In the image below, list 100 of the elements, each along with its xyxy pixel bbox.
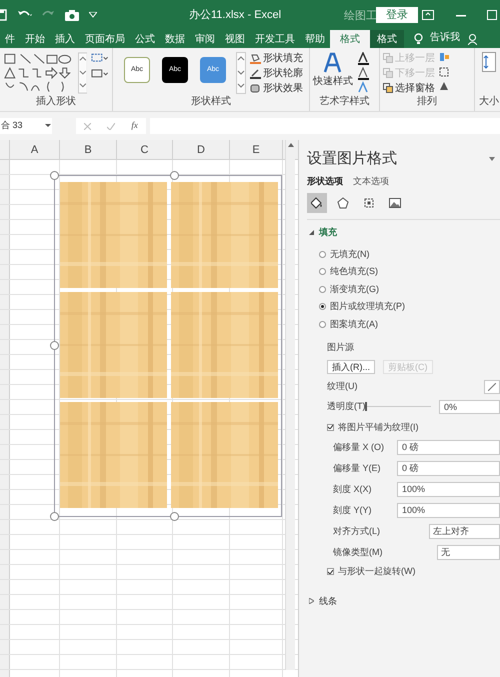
scroll-up-icon[interactable] <box>288 143 294 147</box>
column-header[interactable]: A <box>10 140 60 159</box>
row-header[interactable] <box>0 505 10 519</box>
shape-gallery-drawing[interactable] <box>3 52 74 94</box>
row-header[interactable] <box>0 280 10 294</box>
row-header[interactable] <box>0 640 10 654</box>
ribbon-tab[interactable]: 开发工具 <box>250 30 300 48</box>
ribbon-tab[interactable]: 格式 <box>330 30 370 48</box>
dropdown-field[interactable]: 左上对齐 <box>429 524 500 539</box>
section-header[interactable]: 线条 <box>309 594 500 608</box>
row-header[interactable] <box>0 400 10 414</box>
radio-button[interactable] <box>319 286 326 293</box>
insert-button[interactable]: 插入(R)... <box>327 360 375 374</box>
row-header[interactable] <box>0 190 10 204</box>
ribbon-tab[interactable]: 页面布局 <box>80 30 130 48</box>
row-header[interactable] <box>0 235 10 249</box>
ribbon-tab[interactable]: 数据 <box>160 30 190 48</box>
row-header[interactable] <box>0 625 10 639</box>
ribbon-tab[interactable]: 帮助 <box>300 30 330 48</box>
resize-handle[interactable] <box>50 171 59 180</box>
resize-handle[interactable] <box>170 512 179 521</box>
check-icon[interactable] <box>107 122 116 130</box>
insert-function-button[interactable]: fx <box>131 119 138 133</box>
input-field[interactable]: 100% <box>397 503 500 518</box>
column-header[interactable]: C <box>117 140 173 159</box>
row-header[interactable] <box>0 415 10 429</box>
row-header[interactable] <box>0 205 10 219</box>
ribbon-command[interactable]: 形状轮廓 <box>250 67 303 80</box>
ribbon-tab[interactable]: 视图 <box>220 30 250 48</box>
pane-options-caret-icon[interactable] <box>489 157 495 161</box>
radio-button[interactable] <box>319 268 326 276</box>
row-header[interactable] <box>0 340 10 354</box>
radio-button[interactable] <box>319 303 326 310</box>
row-header[interactable] <box>0 310 10 324</box>
checkbox[interactable] <box>327 424 334 431</box>
size-icon[interactable] <box>482 52 496 72</box>
row-header[interactable] <box>0 325 10 339</box>
sign-in-button[interactable]: 登录 <box>376 7 418 23</box>
tell-me-search[interactable]: 告诉我 <box>430 30 460 48</box>
row-header[interactable] <box>0 445 10 459</box>
texture-picker[interactable] <box>484 380 500 394</box>
input-field[interactable]: 0% <box>439 400 500 414</box>
row-header[interactable] <box>0 490 10 504</box>
row-header[interactable] <box>0 355 10 369</box>
row-header[interactable] <box>0 580 10 594</box>
resize-handle[interactable] <box>50 341 59 350</box>
gallery-scroll-icon[interactable] <box>78 52 88 94</box>
row-header[interactable] <box>0 370 10 384</box>
input-field[interactable]: 0 磅 <box>397 461 500 476</box>
ribbon-command[interactable]: 选择窗格 <box>383 82 435 94</box>
cancel-icon[interactable] <box>84 122 92 130</box>
ribbon-tab[interactable]: 审阅 <box>190 30 220 48</box>
ribbon-tab[interactable]: 件 <box>0 30 20 48</box>
pane-tab[interactable]: 形状选项 <box>307 174 343 188</box>
resize-handle[interactable] <box>170 171 179 180</box>
row-header[interactable] <box>0 220 10 234</box>
pane-icon-tab[interactable] <box>307 193 327 213</box>
pane-tab[interactable]: 文本选项 <box>353 174 389 188</box>
row-header[interactable] <box>0 265 10 279</box>
ribbon-tab[interactable]: 格式 <box>370 30 404 48</box>
ribbon-tab[interactable]: 公式 <box>130 30 160 48</box>
input-field[interactable]: 100% <box>397 482 500 497</box>
dropdown-field[interactable]: 无 <box>437 545 500 560</box>
row-header[interactable] <box>0 430 10 444</box>
person-icon[interactable] <box>468 34 477 45</box>
ribbon-tab[interactable]: 插入 <box>50 30 80 48</box>
row-header[interactable] <box>0 385 10 399</box>
checkbox[interactable] <box>327 568 334 576</box>
row-header[interactable] <box>0 655 10 669</box>
ribbon-command[interactable]: 形状填充 <box>250 52 303 65</box>
input-field[interactable]: 0 磅 <box>397 440 500 455</box>
column-header[interactable]: E <box>230 140 283 159</box>
lightbulb-icon[interactable] <box>414 33 423 45</box>
text-format-icon[interactable] <box>357 52 371 94</box>
ribbon-display-icon[interactable] <box>422 10 434 20</box>
row-header[interactable] <box>0 610 10 624</box>
row-header[interactable] <box>0 160 10 174</box>
column-header[interactable]: D <box>173 140 230 159</box>
row-header[interactable] <box>0 175 10 189</box>
ribbon-command[interactable]: 形状效果 <box>250 82 303 95</box>
resize-handle[interactable] <box>50 512 59 521</box>
maximize-icon[interactable] <box>487 10 497 20</box>
row-header[interactable] <box>0 595 10 609</box>
section-header[interactable]: 填充 <box>309 226 500 240</box>
row-header[interactable] <box>0 475 10 489</box>
vertical-scrollbar[interactable] <box>285 140 295 670</box>
name-box[interactable]: 合 33 <box>0 118 52 134</box>
row-header[interactable] <box>0 550 10 564</box>
column-header[interactable]: B <box>60 140 117 159</box>
quick-styles-button[interactable]: 快速样式 <box>313 52 353 89</box>
radio-button[interactable] <box>319 320 326 328</box>
row-header[interactable] <box>0 460 10 474</box>
row-header[interactable] <box>0 520 10 534</box>
minimize-icon[interactable] <box>456 15 466 17</box>
gallery-scroll-icon[interactable] <box>236 52 246 94</box>
customize-caret-icon[interactable] <box>89 12 97 18</box>
row-header[interactable] <box>0 565 10 579</box>
ribbon-tab[interactable]: 开始 <box>20 30 50 48</box>
row-header[interactable] <box>0 535 10 549</box>
radio-button[interactable] <box>319 250 326 258</box>
